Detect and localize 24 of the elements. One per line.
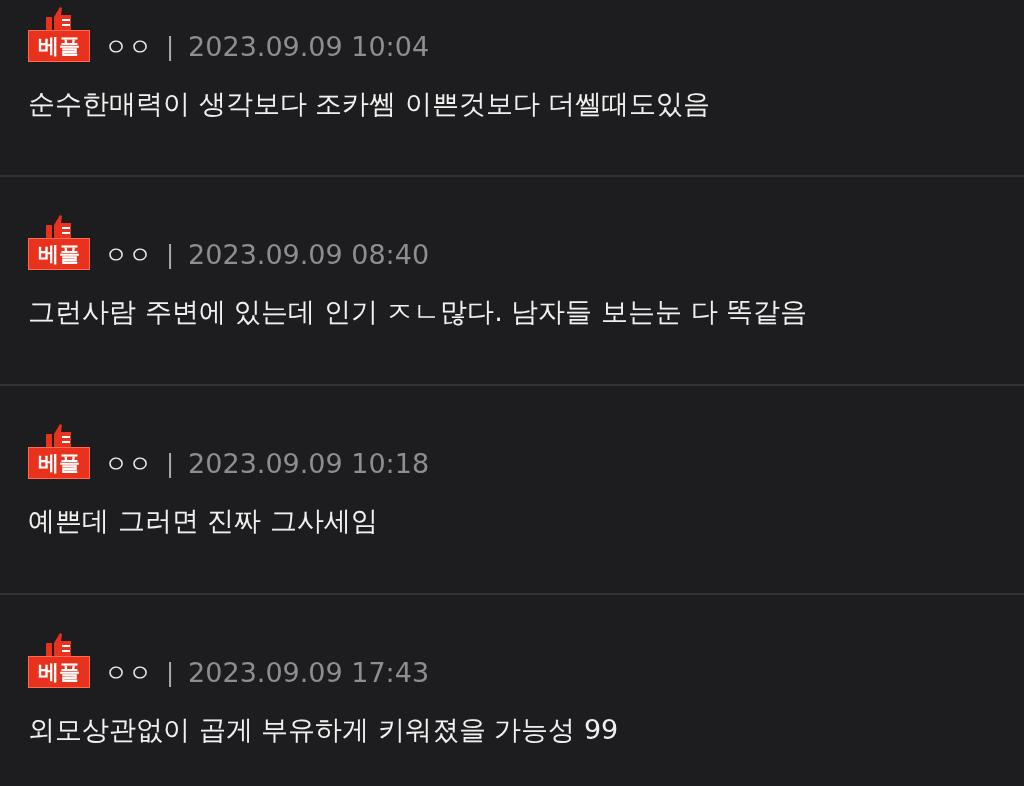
comment-time: 2023.09.09 10:18 xyxy=(188,449,430,479)
thumbs-up-icon xyxy=(46,631,72,657)
thumbs-up-icon xyxy=(46,5,72,31)
comment-time: 2023.09.09 08:40 xyxy=(188,240,430,270)
comment-text: 예쁜데 그러면 진짜 그사세임 xyxy=(28,504,379,538)
author-name: ㅇㅇ xyxy=(104,32,152,62)
comment-text: 순수한매력이 생각보다 조카쎔 이쁜것보다 더쎌때도있음 xyxy=(28,87,712,121)
author-name: ㅇㅇ xyxy=(104,449,152,479)
best-comment-badge: 베플 xyxy=(28,656,90,688)
comment-text: 외모상관없이 곱게 부유하게 키워졌을 가능성 99 xyxy=(28,713,620,747)
best-comment-badge: 베플 xyxy=(28,447,90,479)
comment-text: 그런사람 주변에 있는데 인기 ㅈㄴ많다. 남자들 보는눈 다 똑같음 xyxy=(28,295,809,329)
author-name: ㅇㅇ xyxy=(104,658,152,688)
separator: | xyxy=(166,240,175,270)
thumbs-up-icon xyxy=(46,213,72,239)
separator: | xyxy=(166,449,175,479)
best-comment-badge: 베플 xyxy=(28,238,90,270)
separator: | xyxy=(166,658,175,688)
best-comment-badge: 베플 xyxy=(28,30,90,62)
author-name: ㅇㅇ xyxy=(104,240,152,270)
comment-time: 2023.09.09 10:04 xyxy=(188,32,430,62)
comment-time: 2023.09.09 17:43 xyxy=(188,658,430,688)
thumbs-up-icon xyxy=(46,422,72,448)
separator: | xyxy=(166,32,175,62)
